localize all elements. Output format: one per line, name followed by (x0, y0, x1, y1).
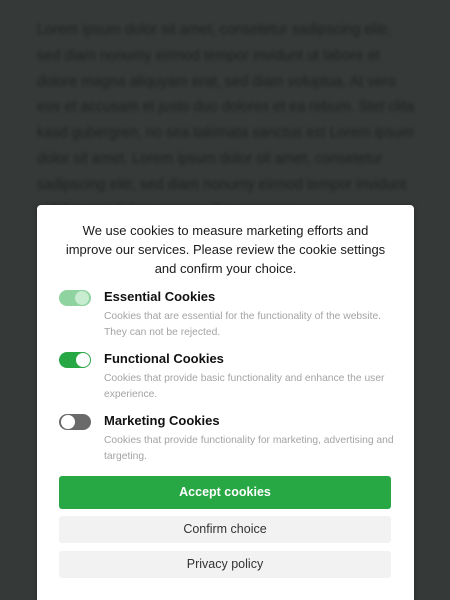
background-article-text: Lorem ipsum dolor sit amet, consetetur s… (37, 22, 415, 219)
privacy-policy-link[interactable]: Privacy policy (59, 551, 391, 578)
cookie-intro-text: We use cookies to measure marketing effo… (65, 223, 386, 276)
functional-cookies-title: Functional Cookies (104, 351, 224, 366)
marketing-cookies-title: Marketing Cookies (104, 413, 220, 428)
confirm-choice-button[interactable]: Confirm choice (59, 516, 391, 543)
essential-cookies-description: Cookies that are essential for the funct… (104, 311, 382, 338)
functional-cookies-description: Cookies that provide basic functionality… (104, 373, 385, 400)
functional-cookies-toggle[interactable] (59, 352, 91, 368)
page: Lorem ipsum dolor sit amet, consetetur s… (0, 0, 450, 600)
toggle-knob (75, 291, 89, 305)
accept-cookies-button[interactable]: Accept cookies (59, 476, 391, 509)
essential-cookies-title: Essential Cookies (104, 289, 216, 304)
essential-cookies-toggle (59, 290, 91, 306)
marketing-cookies-toggle[interactable] (59, 414, 91, 430)
marketing-cookies-description: Cookies that provide functionality for m… (104, 435, 394, 462)
toggle-knob (61, 415, 75, 429)
toggle-knob (76, 353, 90, 367)
cookie-consent-dialog: We use cookies to measure marketing effo… (37, 205, 414, 600)
